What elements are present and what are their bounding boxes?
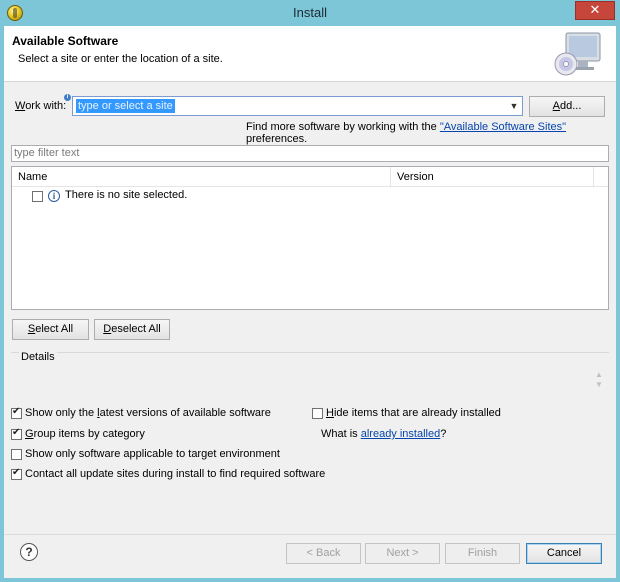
target-environment-label: Show only software applicable to target … bbox=[25, 448, 280, 460]
work-with-label: Work with: bbox=[15, 100, 67, 112]
page-title: Available Software bbox=[12, 34, 119, 48]
hide-installed-checkbox[interactable] bbox=[312, 408, 323, 419]
add-site-button[interactable]: Add... bbox=[529, 96, 605, 117]
close-button[interactable]: ✕ bbox=[575, 1, 615, 20]
group-by-category-checkbox[interactable] bbox=[11, 427, 22, 440]
column-header-name[interactable]: Name bbox=[18, 171, 47, 183]
column-header-version[interactable]: Version bbox=[397, 171, 434, 183]
install-monitor-cd-icon bbox=[554, 32, 601, 76]
contact-update-sites-checkbox[interactable] bbox=[11, 467, 22, 480]
details-scrollbar[interactable]: ▲ ▼ bbox=[594, 370, 604, 392]
filter-input[interactable]: type filter text bbox=[11, 145, 609, 162]
wizard-banner: Available Software Select a site or ente… bbox=[4, 26, 616, 82]
find-more-text: Find more software by working with the "… bbox=[246, 121, 567, 145]
tree-row-checkbox[interactable] bbox=[32, 191, 43, 202]
tree-row-label: There is no site selected. bbox=[65, 189, 188, 201]
work-with-input[interactable]: type or select a site bbox=[76, 99, 175, 113]
target-environment-checkbox[interactable] bbox=[11, 449, 22, 460]
contact-update-sites-label: Contact all update sites during install … bbox=[25, 468, 326, 480]
info-icon: i bbox=[48, 190, 60, 202]
what-is-installed-text: What is already installed? bbox=[321, 428, 447, 440]
deselect-all-button[interactable]: Deselect All bbox=[94, 319, 170, 340]
install-window: Install ✕ Available Software Select a si… bbox=[0, 0, 620, 582]
cancel-button[interactable]: Cancel bbox=[526, 543, 602, 564]
page-description: Select a site or enter the location of a… bbox=[18, 53, 223, 65]
group-by-category-label: Group items by category bbox=[25, 428, 145, 440]
select-all-button[interactable]: Select All bbox=[12, 319, 89, 340]
dialog-client-area: Available Software Select a site or ente… bbox=[4, 26, 616, 578]
work-with-combo[interactable]: type or select a site ▼ bbox=[72, 96, 523, 116]
window-title: Install bbox=[293, 5, 327, 20]
latest-versions-label: Show only the latest versions of availab… bbox=[25, 407, 271, 419]
hide-installed-label: Hide items that are already installed bbox=[326, 407, 501, 419]
info-decoration-icon: i bbox=[64, 94, 71, 101]
tree-header: Name Version bbox=[12, 167, 608, 187]
latest-versions-checkbox[interactable] bbox=[11, 406, 22, 419]
help-icon[interactable]: ? bbox=[20, 543, 38, 561]
back-button[interactable]: < Back bbox=[286, 543, 361, 564]
already-installed-link[interactable]: already installed bbox=[361, 428, 441, 440]
title-bar: Install ✕ bbox=[0, 0, 620, 26]
next-button[interactable]: Next > bbox=[365, 543, 440, 564]
finish-button[interactable]: Finish bbox=[445, 543, 520, 564]
details-text-area[interactable] bbox=[11, 365, 609, 399]
details-label: Details bbox=[19, 351, 57, 363]
software-tree[interactable]: Name Version i There is no site selected… bbox=[11, 166, 609, 310]
chevron-down-icon[interactable]: ▼ bbox=[508, 99, 520, 113]
available-software-sites-link[interactable]: "Available Software Sites" bbox=[440, 121, 566, 133]
